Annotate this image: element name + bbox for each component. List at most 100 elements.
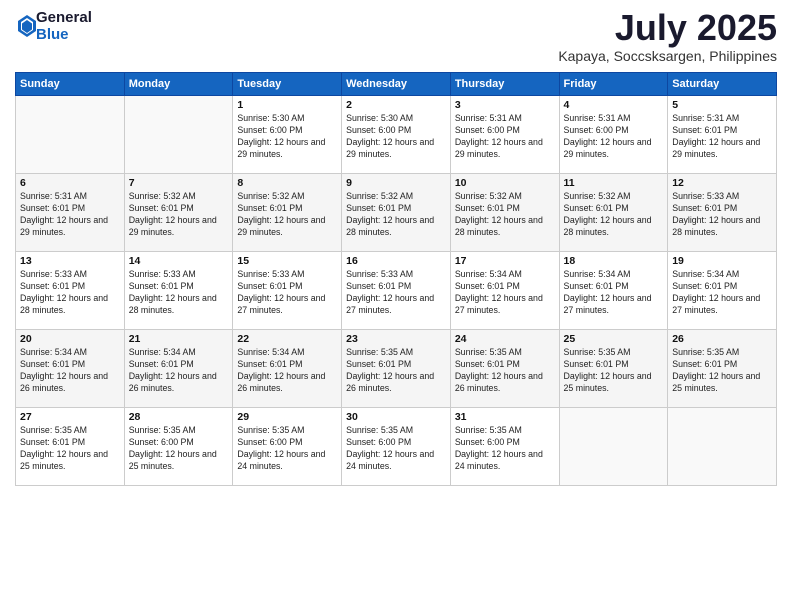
calendar-cell: 28 Sunrise: 5:35 AMSunset: 6:00 PMDayligh… <box>124 408 233 486</box>
calendar-cell: 26 Sunrise: 5:35 AMSunset: 6:01 PMDayligh… <box>668 330 777 408</box>
calendar-week-row: 6 Sunrise: 5:31 AMSunset: 6:01 PMDaylight… <box>16 174 777 252</box>
calendar-cell: 22Sunrise: 5:34 AMSunset: 6:01 PMDayligh… <box>233 330 342 408</box>
day-info: Sunrise: 5:33 AMSunset: 6:01 PMDaylight:… <box>346 269 446 317</box>
day-number: 11 <box>564 177 664 189</box>
calendar-cell: 10Sunrise: 5:32 AMSunset: 6:01 PMDayligh… <box>450 174 559 252</box>
day-info: Sunrise: 5:32 AMSunset: 6:01 PMDaylight:… <box>346 191 446 239</box>
day-number: 29 <box>237 411 337 423</box>
calendar-cell: 24 Sunrise: 5:35 AMSunset: 6:01 PMDayligh… <box>450 330 559 408</box>
calendar-week-row: 27 Sunrise: 5:35 AMSunset: 6:01 PMDayligh… <box>16 408 777 486</box>
day-number: 20 <box>20 333 120 345</box>
day-number: 25 <box>564 333 664 345</box>
logo-general-text: General <box>36 10 92 27</box>
calendar-cell: 23 Sunrise: 5:35 AMSunset: 6:01 PMDayligh… <box>342 330 451 408</box>
calendar-cell <box>124 96 233 174</box>
day-number: 16 <box>346 255 446 267</box>
calendar-cell: 5 Sunrise: 5:31 AMSunset: 6:01 PMDaylight… <box>668 96 777 174</box>
calendar-week-row: 20 Sunrise: 5:34 AMSunset: 6:01 PMDayligh… <box>16 330 777 408</box>
day-number: 23 <box>346 333 446 345</box>
day-number: 6 <box>20 177 120 189</box>
calendar-cell <box>668 408 777 486</box>
day-number: 18 <box>564 255 664 267</box>
title-location: Kapaya, Soccsksargen, Philippines <box>558 48 777 64</box>
day-info: Sunrise: 5:33 AMSunset: 6:01 PMDaylight:… <box>129 269 229 317</box>
logo: General Blue <box>15 10 92 43</box>
logo-text: General Blue <box>36 10 92 43</box>
weekday-header: Tuesday <box>233 73 342 96</box>
calendar-cell: 6 Sunrise: 5:31 AMSunset: 6:01 PMDaylight… <box>16 174 125 252</box>
day-number: 7 <box>129 177 229 189</box>
calendar-week-row: 1 Sunrise: 5:30 AMSunset: 6:00 PMDaylight… <box>16 96 777 174</box>
calendar-cell: 7Sunrise: 5:32 AMSunset: 6:01 PMDaylight… <box>124 174 233 252</box>
day-info: Sunrise: 5:32 AMSunset: 6:01 PMDaylight:… <box>455 191 555 239</box>
calendar-table: SundayMondayTuesdayWednesdayThursdayFrid… <box>15 72 777 486</box>
day-info: Sunrise: 5:35 AMSunset: 6:01 PMDaylight:… <box>564 347 664 395</box>
calendar-cell: 13 Sunrise: 5:33 AMSunset: 6:01 PMDayligh… <box>16 252 125 330</box>
weekday-header: Monday <box>124 73 233 96</box>
calendar-cell: 25 Sunrise: 5:35 AMSunset: 6:01 PMDayligh… <box>559 330 668 408</box>
calendar-header-row: SundayMondayTuesdayWednesdayThursdayFrid… <box>16 73 777 96</box>
day-info: Sunrise: 5:34 AMSunset: 6:01 PMDaylight:… <box>129 347 229 395</box>
day-info: Sunrise: 5:33 AMSunset: 6:01 PMDaylight:… <box>20 269 120 317</box>
weekday-header: Saturday <box>668 73 777 96</box>
day-info: Sunrise: 5:34 AMSunset: 6:01 PMDaylight:… <box>237 347 337 395</box>
calendar-cell: 8 Sunrise: 5:32 AMSunset: 6:01 PMDaylight… <box>233 174 342 252</box>
logo-icon <box>18 15 36 37</box>
calendar-cell <box>16 96 125 174</box>
day-number: 19 <box>672 255 772 267</box>
day-info: Sunrise: 5:30 AMSunset: 6:00 PMDaylight:… <box>237 113 337 161</box>
day-info: Sunrise: 5:34 AMSunset: 6:01 PMDaylight:… <box>672 269 772 317</box>
day-number: 27 <box>20 411 120 423</box>
weekday-header: Friday <box>559 73 668 96</box>
day-number: 30 <box>346 411 446 423</box>
calendar-cell: 17Sunrise: 5:34 AMSunset: 6:01 PMDayligh… <box>450 252 559 330</box>
day-number: 24 <box>455 333 555 345</box>
day-info: Sunrise: 5:35 AMSunset: 6:00 PMDaylight:… <box>346 425 446 473</box>
day-info: Sunrise: 5:35 AMSunset: 6:01 PMDaylight:… <box>346 347 446 395</box>
day-number: 21 <box>129 333 229 345</box>
day-number: 5 <box>672 99 772 111</box>
calendar-cell: 1 Sunrise: 5:30 AMSunset: 6:00 PMDaylight… <box>233 96 342 174</box>
day-info: Sunrise: 5:31 AMSunset: 6:01 PMDaylight:… <box>20 191 120 239</box>
calendar-cell: 19 Sunrise: 5:34 AMSunset: 6:01 PMDayligh… <box>668 252 777 330</box>
calendar-cell: 29 Sunrise: 5:35 AMSunset: 6:00 PMDayligh… <box>233 408 342 486</box>
day-info: Sunrise: 5:31 AMSunset: 6:01 PMDaylight:… <box>672 113 772 161</box>
day-info: Sunrise: 5:35 AMSunset: 6:01 PMDaylight:… <box>455 347 555 395</box>
day-number: 31 <box>455 411 555 423</box>
day-info: Sunrise: 5:33 AMSunset: 6:01 PMDaylight:… <box>237 269 337 317</box>
title-month: July 2025 <box>558 10 777 46</box>
day-number: 14 <box>129 255 229 267</box>
weekday-header: Wednesday <box>342 73 451 96</box>
calendar-cell: 11 Sunrise: 5:32 AMSunset: 6:01 PMDayligh… <box>559 174 668 252</box>
day-info: Sunrise: 5:32 AMSunset: 6:01 PMDaylight:… <box>564 191 664 239</box>
day-info: Sunrise: 5:31 AMSunset: 6:00 PMDaylight:… <box>455 113 555 161</box>
day-number: 4 <box>564 99 664 111</box>
calendar-cell: 16 Sunrise: 5:33 AMSunset: 6:01 PMDayligh… <box>342 252 451 330</box>
weekday-header: Thursday <box>450 73 559 96</box>
day-info: Sunrise: 5:35 AMSunset: 6:00 PMDaylight:… <box>455 425 555 473</box>
day-number: 28 <box>129 411 229 423</box>
day-info: Sunrise: 5:35 AMSunset: 6:01 PMDaylight:… <box>672 347 772 395</box>
calendar-cell: 31 Sunrise: 5:35 AMSunset: 6:00 PMDayligh… <box>450 408 559 486</box>
day-number: 9 <box>346 177 446 189</box>
day-number: 1 <box>237 99 337 111</box>
day-number: 26 <box>672 333 772 345</box>
day-info: Sunrise: 5:33 AMSunset: 6:01 PMDaylight:… <box>672 191 772 239</box>
page: General Blue July 2025 Kapaya, Soccsksar… <box>0 0 792 612</box>
calendar-cell: 20 Sunrise: 5:34 AMSunset: 6:01 PMDayligh… <box>16 330 125 408</box>
day-number: 2 <box>346 99 446 111</box>
day-number: 8 <box>237 177 337 189</box>
calendar-week-row: 13 Sunrise: 5:33 AMSunset: 6:01 PMDayligh… <box>16 252 777 330</box>
day-info: Sunrise: 5:35 AMSunset: 6:00 PMDaylight:… <box>129 425 229 473</box>
day-info: Sunrise: 5:35 AMSunset: 6:00 PMDaylight:… <box>237 425 337 473</box>
day-number: 13 <box>20 255 120 267</box>
calendar-cell: 9 Sunrise: 5:32 AMSunset: 6:01 PMDaylight… <box>342 174 451 252</box>
day-info: Sunrise: 5:34 AMSunset: 6:01 PMDaylight:… <box>20 347 120 395</box>
calendar-cell: 30 Sunrise: 5:35 AMSunset: 6:00 PMDayligh… <box>342 408 451 486</box>
day-info: Sunrise: 5:35 AMSunset: 6:01 PMDaylight:… <box>20 425 120 473</box>
calendar-cell: 18Sunrise: 5:34 AMSunset: 6:01 PMDayligh… <box>559 252 668 330</box>
day-info: Sunrise: 5:32 AMSunset: 6:01 PMDaylight:… <box>237 191 337 239</box>
day-number: 3 <box>455 99 555 111</box>
calendar-cell: 2Sunrise: 5:30 AMSunset: 6:00 PMDaylight… <box>342 96 451 174</box>
calendar-cell: 12Sunrise: 5:33 AMSunset: 6:01 PMDayligh… <box>668 174 777 252</box>
